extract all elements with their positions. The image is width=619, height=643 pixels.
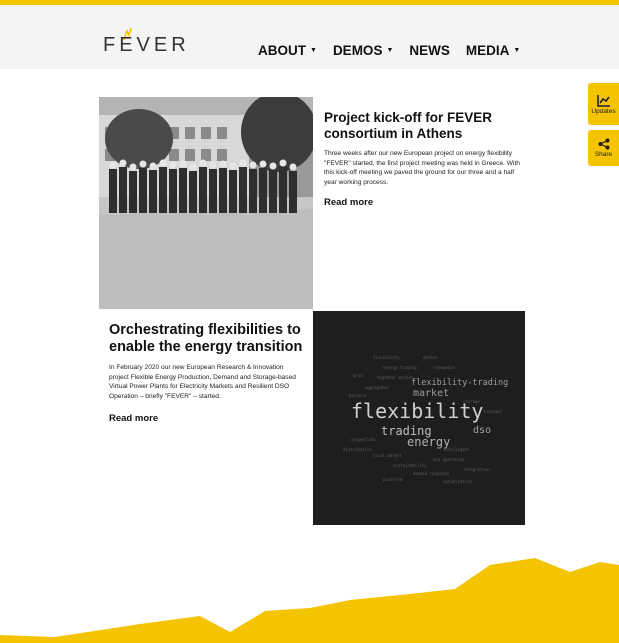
- nav-media-label: MEDIA: [465, 43, 510, 58]
- svg-text:energy trading: energy trading: [383, 365, 417, 370]
- nav-media[interactable]: MEDIA ▼: [466, 43, 520, 58]
- svg-text:market: market: [413, 388, 449, 399]
- nav-about[interactable]: ABOUT ▼: [258, 43, 317, 58]
- nav-demos-label: DEMOS: [332, 43, 383, 58]
- svg-text:local market: local market: [373, 453, 402, 458]
- share-button[interactable]: Share: [588, 130, 619, 166]
- svg-text:flexibility-trading: flexibility-trading: [411, 378, 508, 388]
- svg-text:together market: together market: [377, 375, 414, 380]
- svg-text:dso operation: dso operation: [433, 457, 465, 462]
- svg-text:optimisation: optimisation: [443, 479, 472, 484]
- nav-news-label: NEWS: [409, 43, 450, 58]
- updates-button[interactable]: Updates: [588, 83, 619, 125]
- svg-text:renewable: renewable: [433, 365, 455, 370]
- svg-text:dso: dso: [473, 425, 491, 436]
- fever-logo[interactable]: FEVER: [103, 34, 190, 57]
- svg-text:storage: storage: [463, 399, 480, 404]
- share-icon: [598, 138, 609, 150]
- svg-text:distribution: distribution: [343, 447, 372, 452]
- svg-text:congestion: congestion: [351, 437, 376, 442]
- svg-text:platform: platform: [383, 477, 403, 482]
- svg-text:grid: grid: [353, 373, 363, 378]
- word-cloud-illustration: flexibility-trading market flexibility t…: [313, 311, 525, 525]
- flexibility-word-cloud-image[interactable]: flexibility-trading market flexibility t…: [313, 311, 525, 525]
- group-photo-illustration: [99, 97, 313, 309]
- article-card-kickoff: Project kick-off for FEVER consortium in…: [324, 110, 524, 210]
- site-header: [0, 5, 619, 69]
- read-more-link[interactable]: Read more: [324, 197, 373, 208]
- svg-text:demand response: demand response: [413, 471, 450, 476]
- article-excerpt: Three weeks after our new European proje…: [324, 150, 520, 186]
- caret-down-icon: ▼: [386, 47, 394, 54]
- svg-text:intelligent: intelligent: [443, 447, 470, 452]
- caret-down-icon: ▼: [513, 47, 521, 54]
- svg-text:balance: balance: [349, 393, 366, 398]
- svg-text:integration: integration: [463, 467, 490, 472]
- nav-news[interactable]: NEWS: [409, 43, 450, 58]
- article-title[interactable]: Project kick-off for FEVER consortium in…: [324, 110, 524, 142]
- kickoff-group-photo[interactable]: [99, 97, 313, 309]
- svg-text:forecast: forecast: [483, 409, 503, 414]
- svg-text:sustainability: sustainability: [393, 463, 427, 468]
- footer-mountain-shape: [0, 558, 619, 643]
- main-nav: ABOUT ▼ DEMOS ▼ NEWS MEDIA ▼: [258, 43, 536, 58]
- share-label: Share: [594, 151, 613, 158]
- article-card-orchestrating: Orchestrating flexibilities to enable th…: [109, 322, 305, 426]
- svg-text:market: market: [423, 355, 438, 360]
- nav-demos[interactable]: DEMOS ▼: [333, 43, 393, 58]
- svg-text:aggregator: aggregator: [365, 385, 390, 390]
- svg-text:flexibility: flexibility: [373, 355, 400, 360]
- chart-icon: [596, 94, 610, 107]
- article-excerpt: In February 2020 our new European Resear…: [109, 364, 296, 400]
- caret-down-icon: ▼: [310, 47, 317, 54]
- nav-about-label: ABOUT: [258, 43, 306, 58]
- read-more-link[interactable]: Read more: [109, 413, 158, 424]
- updates-label: Updates: [591, 107, 616, 115]
- article-title[interactable]: Orchestrating flexibilities to enable th…: [109, 322, 305, 356]
